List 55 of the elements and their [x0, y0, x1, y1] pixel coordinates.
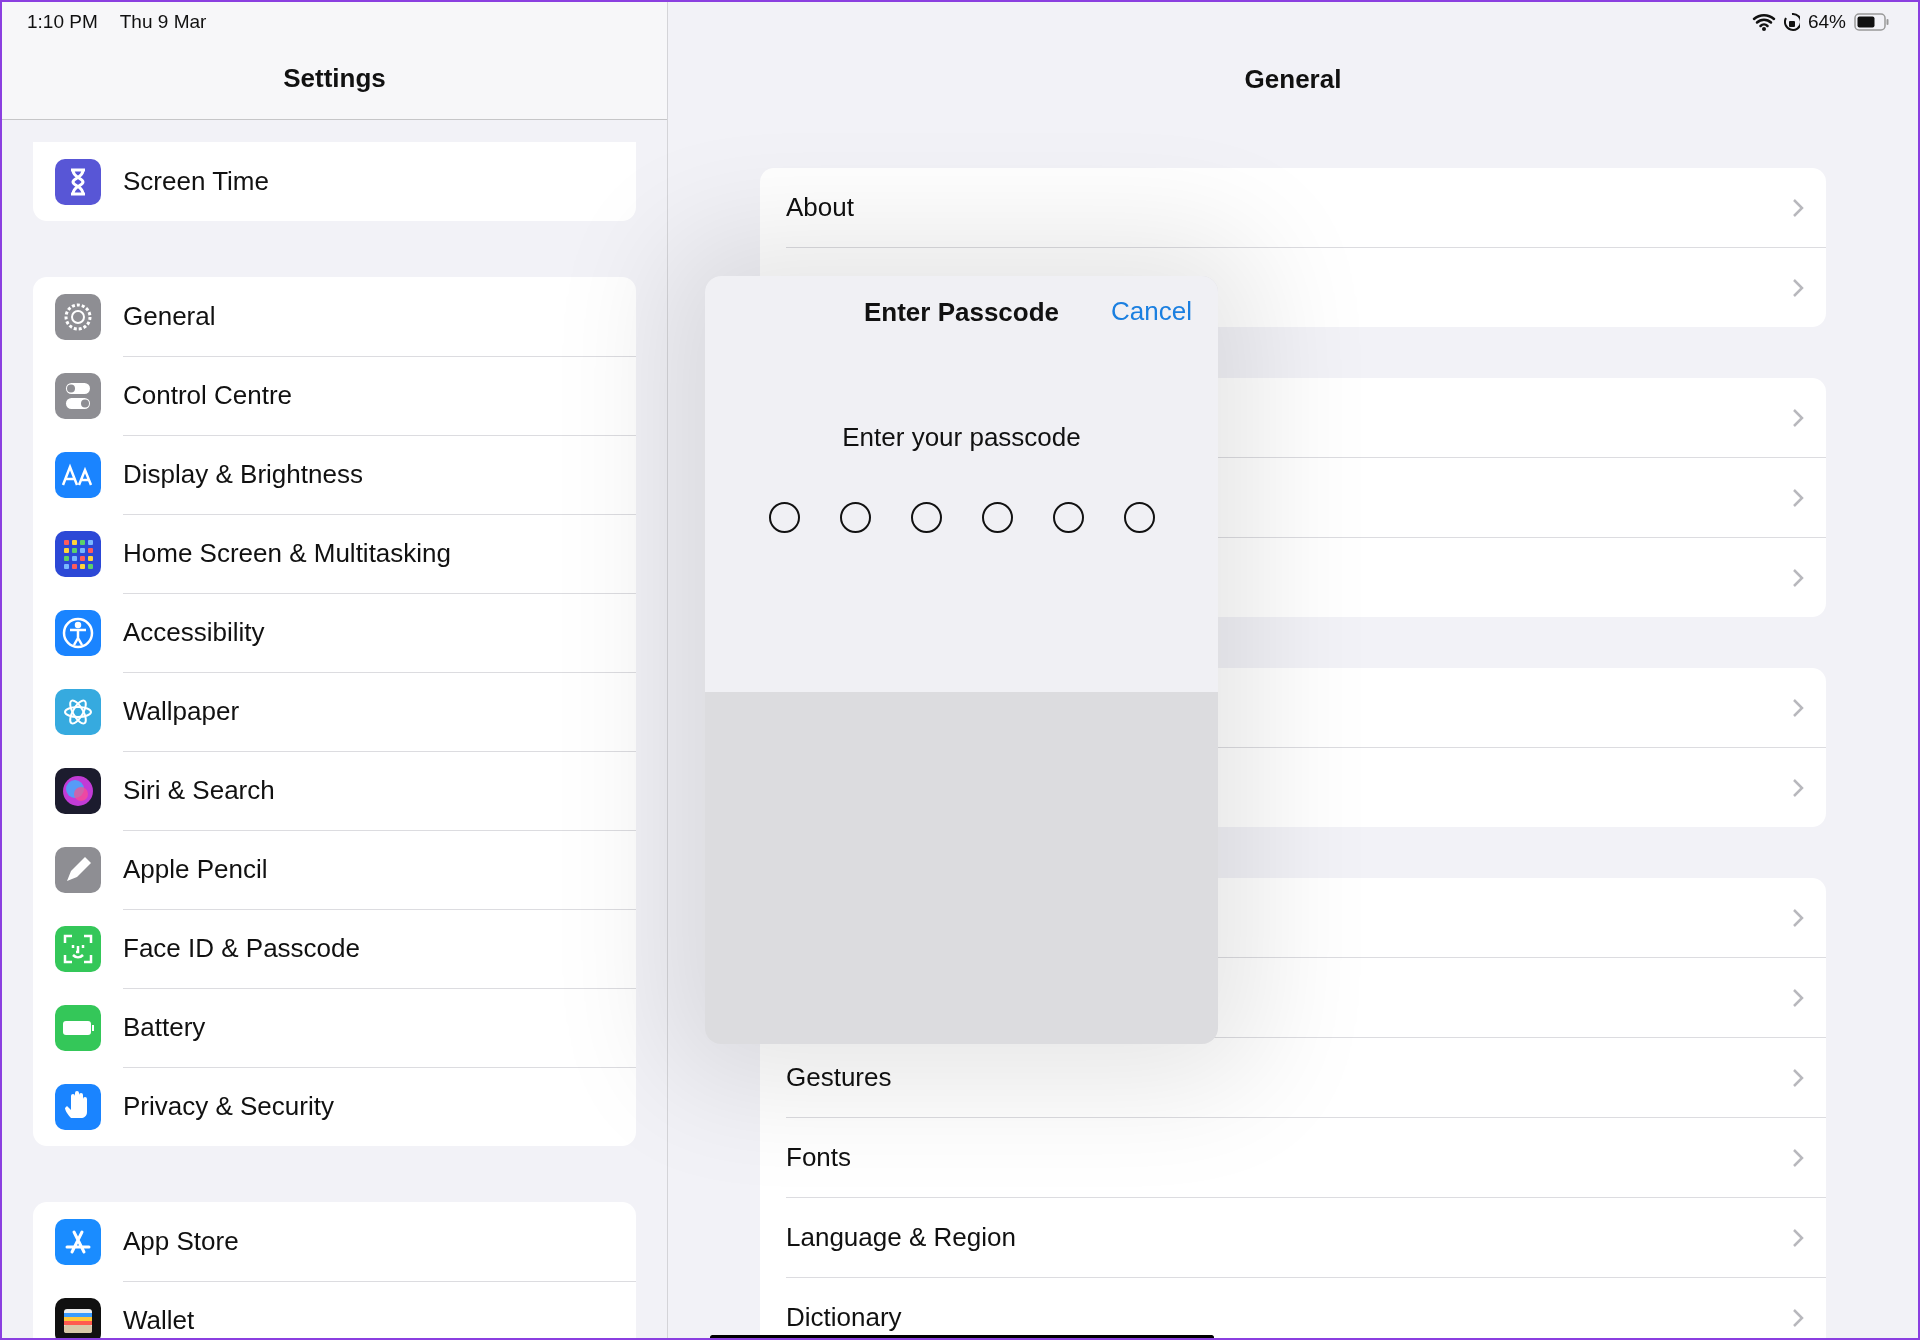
sidebar-item[interactable]: Display & Brightness: [33, 435, 636, 514]
face-scan-icon: [55, 925, 101, 972]
battery-icon: [55, 1004, 101, 1051]
sidebar-item[interactable]: Apple Pencil: [33, 830, 636, 909]
settings-row-label[interactable]: About: [786, 193, 1792, 222]
cancel-button[interactable]: Cancel: [1111, 296, 1192, 327]
status-time: 1:10 PM: [27, 11, 98, 33]
sidebar-item[interactable]: Wallpaper: [33, 672, 636, 751]
chevron-icon: [1792, 1067, 1804, 1088]
text-size-icon: [55, 451, 101, 498]
sidebar-item[interactable]: Screen Time: [33, 142, 636, 221]
settings-row-label[interactable]: Dictionary: [786, 1303, 1792, 1332]
app-store-icon: [55, 1218, 101, 1265]
dialog-title: Enter Passcode: [863, 296, 1060, 328]
chevron-icon: [1792, 1307, 1804, 1328]
sidebar-item[interactable]: Home Screen & Multitasking: [33, 514, 636, 593]
sidebar-item[interactable]: Face ID & Passcode: [33, 909, 636, 988]
sidebar-item[interactable]: General: [33, 277, 636, 356]
settings-row-label[interactable]: Language & Region: [786, 1223, 1792, 1252]
page-title: General: [1243, 62, 1343, 96]
sidebar-item[interactable]: Siri & Search: [33, 751, 636, 830]
chevron-icon: [1792, 697, 1804, 718]
sidebar-item[interactable]: Battery: [33, 988, 636, 1067]
chevron-icon: [1792, 777, 1804, 798]
hourglass-icon: [55, 158, 101, 205]
sidebar-item[interactable]: Wallet: [33, 1281, 636, 1338]
chevron-icon: [1792, 407, 1804, 428]
toggles-icon: [55, 372, 101, 419]
chevron-icon: [1792, 907, 1804, 928]
sidebar-title: Settings: [282, 62, 387, 95]
battery-icon: [1854, 13, 1890, 31]
sidebar-item[interactable]: Control Centre: [33, 356, 636, 435]
sidebar-item[interactable]: Privacy & Security: [33, 1067, 636, 1146]
chevron-icon: [1792, 487, 1804, 508]
battery-percentage: 64%: [1807, 11, 1846, 33]
wifi-icon: [1751, 13, 1776, 31]
sidebar-item[interactable]: Accessibility: [33, 593, 636, 672]
chevron-icon: [1792, 277, 1804, 298]
pencil-icon: [55, 846, 101, 893]
chevron-icon: [1792, 197, 1804, 218]
hand-icon: [55, 1083, 101, 1130]
app-grid-icon: [55, 530, 101, 577]
sidebar-item[interactable]: App Store: [33, 1202, 636, 1281]
status-date: Thu 9 Mar: [119, 11, 207, 33]
passcode-prompt: Enter your passcode: [842, 422, 1081, 453]
gear-icon: [55, 293, 101, 340]
chevron-icon: [1792, 987, 1804, 1008]
settings-row-label[interactable]: Gestures: [786, 1063, 1792, 1092]
chevron-icon: [1792, 1227, 1804, 1248]
rotation-lock-icon: [1783, 12, 1800, 32]
chevron-icon: [1792, 1147, 1804, 1168]
accessibility-figure-icon: [55, 609, 101, 656]
settings-row-label[interactable]: Fonts: [786, 1143, 1792, 1172]
chevron-icon: [1792, 567, 1804, 588]
orb-icon: [55, 767, 101, 814]
